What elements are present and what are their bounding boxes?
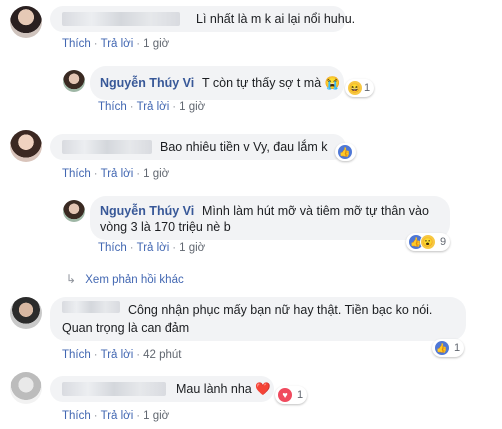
comment-bubble: Công nhận phục mấy bạn nữ hay thật. Tiền… (50, 297, 466, 341)
like-icon: 👍 (434, 340, 450, 356)
love-icon: ♥ (277, 387, 293, 403)
more-replies-label[interactable]: Xem phản hồi khác (85, 274, 183, 286)
author-name-blurred[interactable] (62, 301, 120, 313)
timestamp[interactable]: 1 giờ (143, 410, 169, 422)
reaction-summary[interactable]: 👍 (335, 143, 356, 161)
reaction-count: 1 (364, 82, 371, 94)
comment-text-line2: vòng 3 là 170 triệu nè b (100, 220, 231, 234)
reaction-summary[interactable]: 😆 1 (345, 79, 375, 97)
timestamp[interactable]: 1 giờ (143, 168, 169, 180)
author-name[interactable]: Nguyễn Thúy Vi (100, 74, 194, 92)
wow-icon: 😮 (420, 234, 436, 250)
comment-bubble: Mau lành nha ❤️ (50, 376, 274, 402)
reply-actions: Thích · Trả lời · 1 giờ (98, 242, 206, 254)
reply-button[interactable]: Trả lời (101, 168, 134, 180)
comment-text: Bao nhiêu tiền v Vy, đau lắm k (160, 140, 328, 154)
like-button[interactable]: Thích (62, 410, 91, 422)
timestamp[interactable]: 1 giờ (179, 242, 205, 254)
more-replies-link[interactable]: ↳ Xem phản hồi khác (66, 272, 184, 286)
reaction-summary[interactable]: 👍 😮 9 (406, 233, 451, 251)
like-button[interactable]: Thích (98, 101, 127, 113)
avatar[interactable] (10, 6, 42, 38)
author-name-blurred[interactable] (62, 140, 152, 154)
reply-button[interactable]: Trả lời (137, 101, 170, 113)
avatar[interactable] (10, 372, 42, 404)
like-button[interactable]: Thích (98, 242, 127, 254)
comment-text: Lì nhất là m k ai lại nổi huhu. (196, 12, 356, 26)
comment-actions: Thích · Trả lời · 1 giờ (62, 38, 170, 50)
avatar[interactable] (10, 130, 42, 162)
reaction-count: 1 (454, 342, 461, 354)
like-button[interactable]: Thích (62, 349, 91, 361)
comment-actions: Thích · Trả lời · 1 giờ (62, 410, 170, 422)
avatar[interactable] (63, 70, 85, 92)
reaction-summary[interactable]: ♥ 1 (275, 386, 308, 404)
reply-button[interactable]: Trả lời (101, 349, 134, 361)
reaction-count: 1 (297, 389, 304, 401)
comment-bubble: Lì nhất là m k ai lại nổi huhu. (50, 6, 355, 32)
reply-arrow-icon: ↳ (66, 272, 77, 286)
comment-text: T còn tự thấy sợ t mà 😭 (202, 76, 341, 90)
comment-bubble: Bao nhiêu tiền v Vy, đau lắm k (50, 134, 346, 160)
reaction-summary[interactable]: 👍 1 (432, 339, 465, 357)
timestamp[interactable]: 1 giờ (143, 38, 169, 50)
avatar[interactable] (10, 297, 42, 329)
timestamp[interactable]: 1 giờ (179, 101, 205, 113)
comment-text: Mau lành nha ❤️ (176, 382, 271, 396)
reply-actions: Thích · Trả lời · 1 giờ (98, 101, 206, 113)
reply-button[interactable]: Trả lời (101, 38, 134, 50)
comment-actions: Thích · Trả lời · 42 phút (62, 349, 182, 361)
like-icon: 👍 (337, 144, 353, 160)
like-button[interactable]: Thích (62, 38, 91, 50)
comment-text-line1: Công nhận phục mấy bạn nữ hay thật. Tiền… (128, 303, 433, 317)
reply-button[interactable]: Trả lời (137, 242, 170, 254)
reply-button[interactable]: Trả lời (101, 410, 134, 422)
author-name-blurred[interactable] (62, 12, 180, 26)
comment-text-line1: Mình làm hút mỡ và tiêm mỡ tự thân vào (202, 204, 429, 218)
avatar[interactable] (63, 200, 85, 222)
like-button[interactable]: Thích (62, 168, 91, 180)
reply-bubble: Nguyễn Thúy Vi Mình làm hút mỡ và tiêm m… (90, 196, 450, 240)
comment-text-line2: Quan trọng là can đảm (62, 321, 190, 335)
comment-actions: Thích · Trả lời · 1 giờ (62, 168, 170, 180)
reaction-count: 9 (440, 236, 447, 248)
haha-icon: 😆 (347, 80, 363, 96)
author-name-blurred[interactable] (62, 382, 166, 396)
timestamp[interactable]: 42 phút (143, 349, 181, 361)
reply-bubble: Nguyễn Thúy Vi T còn tự thấy sợ t mà 😭 (90, 66, 344, 100)
